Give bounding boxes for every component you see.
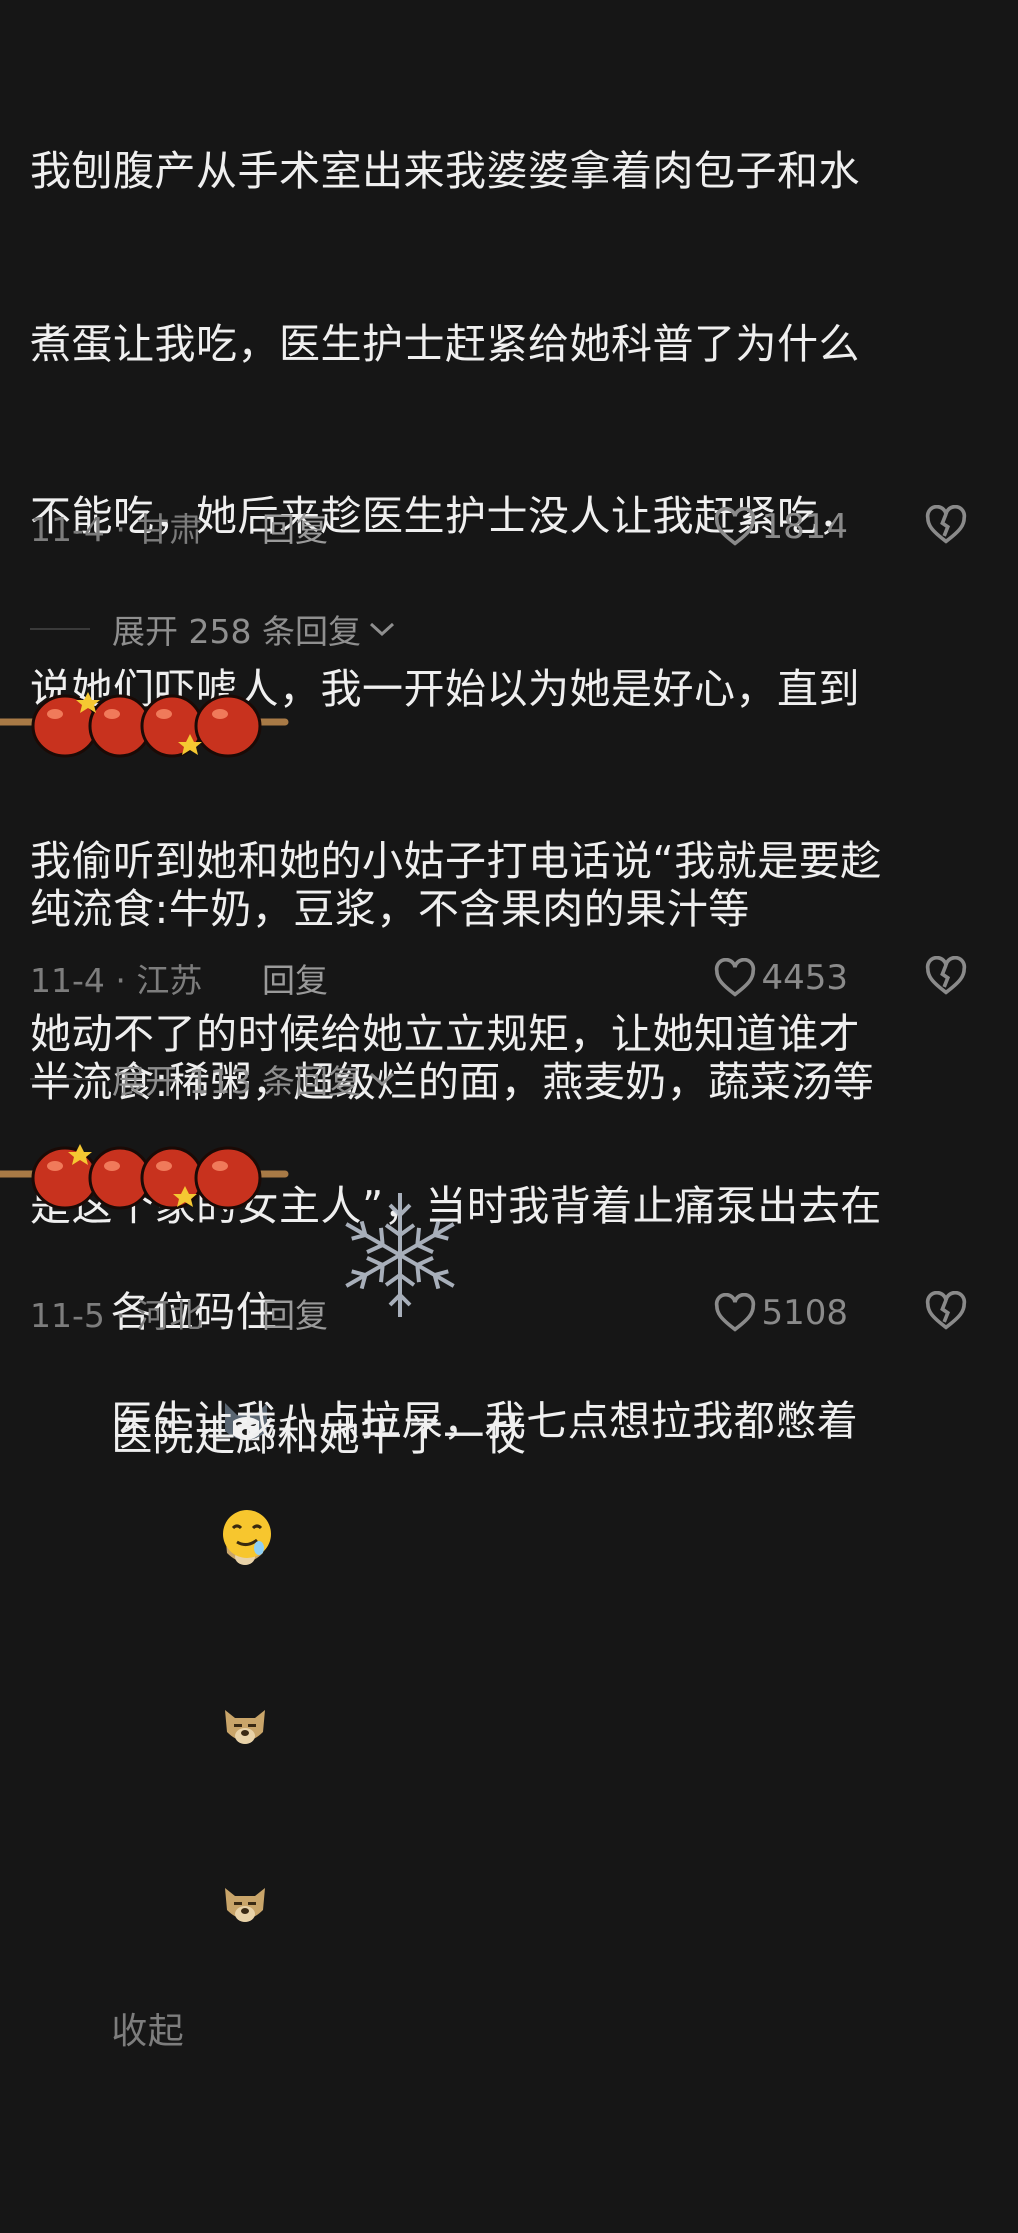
heart-icon xyxy=(715,958,756,997)
comment-meta: 11-4 · 江苏 回复 4453 xyxy=(30,953,978,1003)
expand-replies-label: 展开 113 条回复 xyxy=(112,1062,361,1101)
broken-heart-icon xyxy=(925,504,967,544)
drooling-face-icon xyxy=(111,1450,275,1633)
expand-replies[interactable]: 展开 258 条回复 xyxy=(30,604,397,654)
comment-line: 医生让我八点拉屎，我七点想拉我都憋着 xyxy=(111,1396,859,1445)
dislike-button[interactable] xyxy=(924,955,968,1000)
date-location: 11-5 · 河北 xyxy=(30,1296,203,1335)
like-button[interactable]: 4453 xyxy=(713,958,848,998)
reply-button[interactable]: 回复 xyxy=(262,1289,328,1337)
comment-line-last: 医生让我八点拉屎，我七点想拉我都憋着 xyxy=(30,1335,980,1690)
date-location: 11-4 · 江苏 xyxy=(30,961,203,1000)
broken-heart-icon xyxy=(925,955,967,995)
like-button[interactable]: 5108 xyxy=(713,1293,848,1333)
comment-meta: 11-5 · 河北 回复 5108 xyxy=(30,1288,978,1338)
like-button[interactable]: 1814 xyxy=(713,507,848,547)
comment-line: 我刨腹产从手术室出来我婆婆拿着肉包子和水 xyxy=(30,147,860,195)
reply-button[interactable]: 回复 xyxy=(262,954,328,1002)
like-count: 4453 xyxy=(761,958,848,998)
candied-haws-avatar xyxy=(0,692,289,758)
expand-replies-label: 展开 258 条回复 xyxy=(112,612,361,651)
chevron-down-icon xyxy=(369,622,394,637)
divider xyxy=(30,1078,90,1080)
dislike-button[interactable] xyxy=(924,1290,968,1335)
dog-face-icon xyxy=(111,1823,271,2002)
heart-icon xyxy=(715,1293,756,1332)
candied-haws-avatar xyxy=(0,1144,289,1210)
divider xyxy=(30,628,90,630)
collapse-link[interactable]: 收起 xyxy=(111,2011,184,2052)
like-count: 1814 xyxy=(761,507,848,547)
broken-heart-icon xyxy=(925,1290,967,1330)
like-count: 5108 xyxy=(761,1293,848,1333)
comment-line: 纯流食:牛奶，豆浆，不含果肉的果汁等 xyxy=(30,885,750,933)
comment-line: 煮蛋让我吃，医生护士赶紧给她科普了为什么 xyxy=(30,319,860,368)
date-location: 11-4 · 甘肃 xyxy=(30,510,203,549)
reply-button[interactable]: 回复 xyxy=(262,503,328,551)
comment-meta: 11-4 · 甘肃 回复 1814 xyxy=(30,502,978,552)
chevron-down-icon xyxy=(369,1072,394,1087)
dislike-button[interactable] xyxy=(924,504,968,549)
heart-icon xyxy=(715,507,756,546)
expand-replies[interactable]: 展开 113 条回复 xyxy=(30,1054,397,1104)
